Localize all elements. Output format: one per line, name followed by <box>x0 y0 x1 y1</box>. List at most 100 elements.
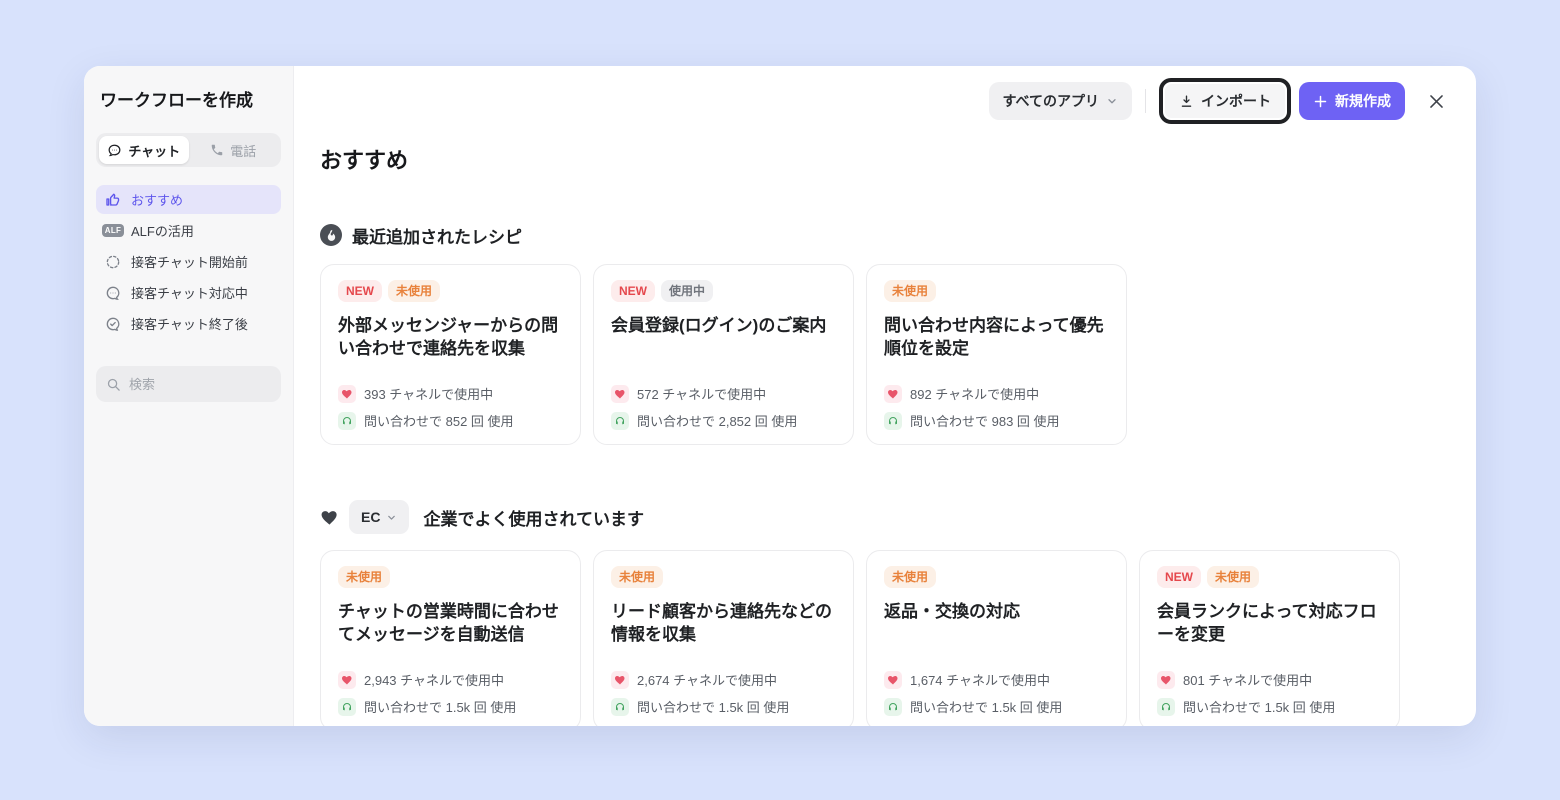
badge-status: 未使用 <box>611 566 664 588</box>
badge-new: NEW <box>611 280 655 302</box>
recipe-title: 問い合わせ内容によって優先順位を設定 <box>884 316 1104 358</box>
usage-stat: 問い合わせで 1.5k 回 使用 <box>910 700 1063 715</box>
chat-dots-icon <box>104 284 122 302</box>
recipe-stats: 393 チャネルで使用中 問い合わせで 852 回 使用 <box>338 384 563 430</box>
tab-chat-label: チャット <box>128 143 181 159</box>
usage-stat: 問い合わせで 852 回 使用 <box>364 414 514 429</box>
sidebar-item-before-chat[interactable]: 接客チャット開始前 <box>96 247 281 276</box>
section-recent-header: 最近追加されたレシピ <box>320 222 1450 248</box>
headset-icon <box>611 411 629 430</box>
channels-stat: 801 チャネルで使用中 <box>1183 673 1313 688</box>
all-apps-dropdown[interactable]: すべてのアプリ <box>988 82 1132 120</box>
all-apps-label: すべてのアプリ <box>1002 93 1099 109</box>
channels-stat: 2,674 チャネルで使用中 <box>637 673 778 688</box>
sidebar-item-label: 接客チャット開始前 <box>131 255 248 270</box>
industry-label: EC <box>361 509 381 525</box>
badge-status: 未使用 <box>388 280 441 302</box>
recipe-title: 返品・交換の対応 <box>884 602 1020 621</box>
recipe-card[interactable]: NEW 未使用 会員ランクによって対応フローを変更 801 チャネルで使用中 問… <box>1139 550 1400 726</box>
sidebar-item-recommended[interactable]: おすすめ <box>96 185 281 214</box>
badge-status: 使用中 <box>661 280 714 302</box>
usage-stat: 問い合わせで 1.5k 回 使用 <box>364 700 517 715</box>
toolbar-divider <box>1145 89 1146 113</box>
flame-icon <box>320 224 342 246</box>
usage-stat: 問い合わせで 983 回 使用 <box>910 414 1060 429</box>
headset-icon <box>611 697 629 716</box>
sidebar-item-label: おすすめ <box>131 193 184 208</box>
tab-phone[interactable]: 電話 <box>189 136 279 164</box>
badge-row: NEW 未使用 <box>1157 566 1382 588</box>
sidebar-item-alf[interactable]: ALF ALFの活用 <box>96 216 281 245</box>
sidebar-item-after-chat[interactable]: 接客チャット終了後 <box>96 309 281 338</box>
badge-row: 未使用 <box>884 280 1109 302</box>
download-icon <box>1179 94 1194 109</box>
recipe-card[interactable]: 未使用 問い合わせ内容によって優先順位を設定 892 チャネルで使用中 問い合わ… <box>866 264 1127 445</box>
heart-icon <box>611 670 629 689</box>
badge-new: NEW <box>1157 566 1201 588</box>
recipe-card[interactable]: 未使用 リード顧客から連絡先などの情報を収集 2,674 チャネルで使用中 問い… <box>593 550 854 726</box>
recipe-card[interactable]: NEW 未使用 外部メッセンジャーからの問い合わせで連絡先を収集 393 チャネ… <box>320 264 581 445</box>
heart-icon <box>611 384 629 403</box>
badge-status: 未使用 <box>1207 566 1260 588</box>
sidebar-item-label: 接客チャット終了後 <box>131 317 248 332</box>
channels-stat: 572 チャネルで使用中 <box>637 387 767 402</box>
thumbs-up-icon <box>104 191 122 209</box>
heart-icon <box>1157 670 1175 689</box>
headset-icon <box>884 697 902 716</box>
tab-phone-label: 電話 <box>230 143 257 159</box>
headset-icon <box>338 697 356 716</box>
heart-icon <box>338 670 356 689</box>
phone-icon <box>210 143 224 157</box>
import-label: インポート <box>1201 93 1271 109</box>
chat-check-icon <box>104 315 122 333</box>
badge-new: NEW <box>338 280 382 302</box>
close-button[interactable] <box>1423 88 1450 115</box>
dialog-title: ワークフローを作成 <box>100 91 253 110</box>
recipe-card[interactable]: 未使用 チャットの営業時間に合わせてメッセージを自動送信 2,943 チャネルで… <box>320 550 581 726</box>
channel-type-tabs: チャット 電話 <box>96 133 281 167</box>
topbar: すべてのアプリ インポート 新規作成 <box>320 78 1450 124</box>
search-input[interactable] <box>129 376 305 392</box>
channels-stat: 393 チャネルで使用中 <box>364 387 494 402</box>
import-button[interactable]: インポート <box>1165 84 1285 118</box>
heart-icon <box>320 508 339 527</box>
headset-icon <box>884 411 902 430</box>
recipe-card[interactable]: 未使用 返品・交換の対応 1,674 チャネルで使用中 問い合わせで 1.5k … <box>866 550 1127 726</box>
heart-icon <box>884 384 902 403</box>
recipe-stats: 892 チャネルで使用中 問い合わせで 983 回 使用 <box>884 384 1109 430</box>
create-new-label: 新規作成 <box>1335 93 1391 109</box>
recipe-card[interactable]: NEW 使用中 会員登録(ログイン)のご案内 572 チャネルで使用中 問い合わ… <box>593 264 854 445</box>
badge-row: NEW 未使用 <box>338 280 563 302</box>
recipe-title: 会員登録(ログイン)のご案内 <box>611 316 827 335</box>
page-title: おすすめ <box>320 148 409 173</box>
tab-chat[interactable]: チャット <box>99 136 189 164</box>
sidebar: ワークフローを作成 チャット 電話 おすすめ ALF ALFの活用 接客チャット… <box>84 66 305 726</box>
popular-recipes-row: 未使用 チャットの営業時間に合わせてメッセージを自動送信 2,943 チャネルで… <box>320 550 1450 726</box>
recipe-title: 会員ランクによって対応フローを変更 <box>1157 602 1377 644</box>
headset-icon <box>1157 697 1175 716</box>
recipe-title: チャットの営業時間に合わせてメッセージを自動送信 <box>338 602 559 644</box>
create-new-button[interactable]: 新規作成 <box>1299 82 1405 120</box>
heart-icon <box>884 670 902 689</box>
badge-status: 未使用 <box>884 566 937 588</box>
recipe-stats: 801 チャネルで使用中 問い合わせで 1.5k 回 使用 <box>1157 670 1382 716</box>
section-popular-title: 企業でよく使用されています <box>423 509 644 529</box>
recipe-title: リード顧客から連絡先などの情報を収集 <box>611 602 832 644</box>
sidebar-item-during-chat[interactable]: 接客チャット対応中 <box>96 278 281 307</box>
section-popular-header: EC 企業でよく使用されています <box>320 500 1450 534</box>
badge-row: 未使用 <box>884 566 1109 588</box>
industry-dropdown[interactable]: EC <box>349 500 410 534</box>
badge-status: 未使用 <box>884 280 937 302</box>
recipe-title: 外部メッセンジャーからの問い合わせで連絡先を収集 <box>338 316 559 358</box>
section-recent-title: 最近追加されたレシピ <box>352 227 522 247</box>
recipe-stats: 2,943 チャネルで使用中 問い合わせで 1.5k 回 使用 <box>338 670 563 716</box>
close-icon <box>1427 92 1446 111</box>
badge-row: 未使用 <box>338 566 563 588</box>
search-icon <box>106 377 121 392</box>
chat-bubble-icon <box>107 143 122 158</box>
headset-icon <box>338 411 356 430</box>
channels-stat: 892 チャネルで使用中 <box>910 387 1040 402</box>
sidebar-search <box>96 366 305 402</box>
usage-stat: 問い合わせで 1.5k 回 使用 <box>1183 700 1336 715</box>
recent-recipes-row: NEW 未使用 外部メッセンジャーからの問い合わせで連絡先を収集 393 チャネ… <box>320 264 1450 445</box>
